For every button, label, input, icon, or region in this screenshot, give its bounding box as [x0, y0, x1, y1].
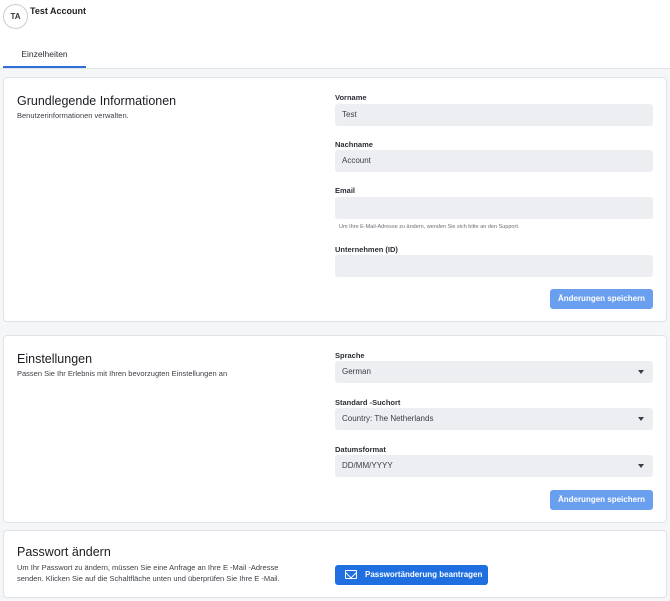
language-label: Sprache	[335, 351, 365, 360]
save-basic-button[interactable]: Änderungen speichern	[550, 289, 653, 309]
save-settings-button[interactable]: Änderungen speichern	[550, 490, 653, 510]
chevron-down-icon	[638, 464, 644, 468]
company-label: Unternehmen (ID)	[335, 245, 398, 254]
firstname-field[interactable]: Test	[335, 104, 653, 126]
avatar[interactable]: TA	[3, 4, 28, 29]
account-subtitle: ·	[30, 18, 32, 24]
password-card: Passwort ändern Um Ihr Passwort zu änder…	[3, 530, 667, 598]
account-header: TA Test Account · Einzelheiten	[0, 0, 670, 69]
basic-info-description: Benutzerinformationen verwalten.	[17, 111, 129, 120]
basic-info-title: Grundlegende Informationen	[17, 94, 177, 108]
settings-description: Passen Sie Ihr Erlebnis mit Ihren bevorz…	[17, 369, 228, 378]
dateformat-select[interactable]: DD/MM/YYYY	[335, 455, 653, 477]
location-label: Standard -Suchort	[335, 398, 401, 407]
request-password-change-button[interactable]: Passwortänderung beantragen	[335, 565, 488, 585]
dateformat-label: Datumsformat	[335, 445, 386, 454]
basic-info-card: Grundlegende Informationen Benutzerinfor…	[3, 77, 667, 322]
firstname-label: Vorname	[335, 93, 367, 102]
lastname-field[interactable]: Account	[335, 150, 653, 172]
chevron-down-icon	[638, 370, 644, 374]
tab-einzelheiten[interactable]: Einzelheiten	[3, 46, 86, 68]
language-select[interactable]: German	[335, 361, 653, 383]
account-name: Test Account	[30, 6, 87, 16]
mail-icon	[345, 570, 357, 579]
password-description-line2: senden. Klicken Sie auf die Schaltfläche…	[17, 574, 280, 583]
email-label: Email	[335, 186, 356, 195]
company-field[interactable]	[335, 255, 653, 277]
email-field[interactable]	[335, 197, 653, 219]
location-value: Country: The Netherlands	[342, 414, 434, 423]
password-title: Passwort ändern	[17, 545, 111, 559]
dateformat-value: DD/MM/YYYY	[342, 461, 393, 470]
location-select[interactable]: Country: The Netherlands	[335, 408, 653, 430]
chevron-down-icon	[638, 417, 644, 421]
email-hint: Um Ihre E-Mail-Adresse zu ändern, wenden…	[339, 224, 520, 230]
settings-card: Einstellungen Passen Sie Ihr Erlebnis mi…	[3, 335, 667, 523]
language-value: German	[342, 367, 371, 376]
request-password-change-label: Passwortänderung beantragen	[365, 570, 483, 579]
settings-title: Einstellungen	[17, 352, 93, 366]
lastname-label: Nachname	[335, 140, 373, 149]
